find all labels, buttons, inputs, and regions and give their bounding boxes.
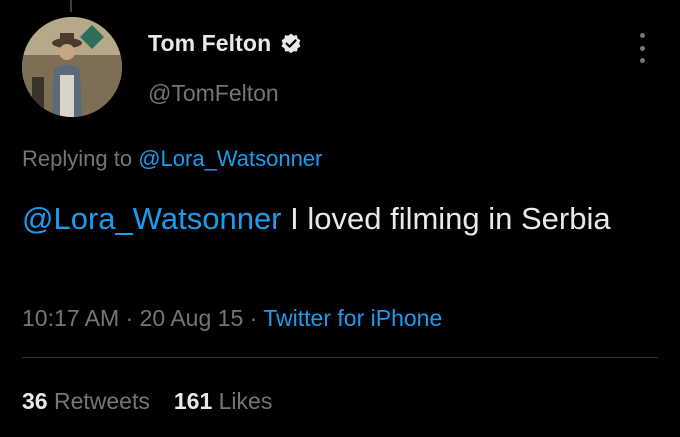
retweets-label: Retweets xyxy=(53,388,150,414)
replying-to-line: Replying to @Lora_Watsonner xyxy=(22,146,322,172)
meta-separator: · xyxy=(119,305,140,331)
avatar[interactable] xyxy=(22,17,122,117)
tweet-meta: 10:17 AM · 20 Aug 15 · Twitter for iPhon… xyxy=(22,305,442,332)
author-handle[interactable]: @TomFelton xyxy=(148,80,279,107)
tweet-date[interactable]: 20 Aug 15 xyxy=(140,305,244,331)
author-display-name[interactable]: Tom Felton xyxy=(148,30,271,57)
meta-separator: · xyxy=(243,305,264,331)
tweet-mention-link[interactable]: @Lora_Watsonner xyxy=(22,201,282,236)
retweets-count: 36 xyxy=(22,388,48,414)
likes-label: Likes xyxy=(218,388,273,414)
tweet-stats: 36 Retweets 161 Likes xyxy=(22,388,272,415)
divider xyxy=(22,357,658,358)
retweets-stat[interactable]: 36 Retweets xyxy=(22,388,150,415)
thread-connector-line xyxy=(70,0,72,12)
avatar-photo-icon xyxy=(22,17,122,117)
replying-to-handle-link[interactable]: @Lora_Watsonner xyxy=(138,146,322,171)
verified-badge-icon xyxy=(279,32,303,56)
more-vertical-icon[interactable] xyxy=(630,33,654,63)
tweet-source-link[interactable]: Twitter for iPhone xyxy=(263,305,442,331)
replying-to-label: Replying to xyxy=(22,146,133,171)
likes-stat[interactable]: 161 Likes xyxy=(174,388,272,415)
tweet-time[interactable]: 10:17 AM xyxy=(22,305,119,331)
tweet-text: @Lora_Watsonner I loved filming in Serbi… xyxy=(22,196,662,242)
tweet-body: I loved filming in Serbia xyxy=(281,201,611,236)
author-name-row: Tom Felton xyxy=(148,30,303,57)
likes-count: 161 xyxy=(173,388,213,414)
